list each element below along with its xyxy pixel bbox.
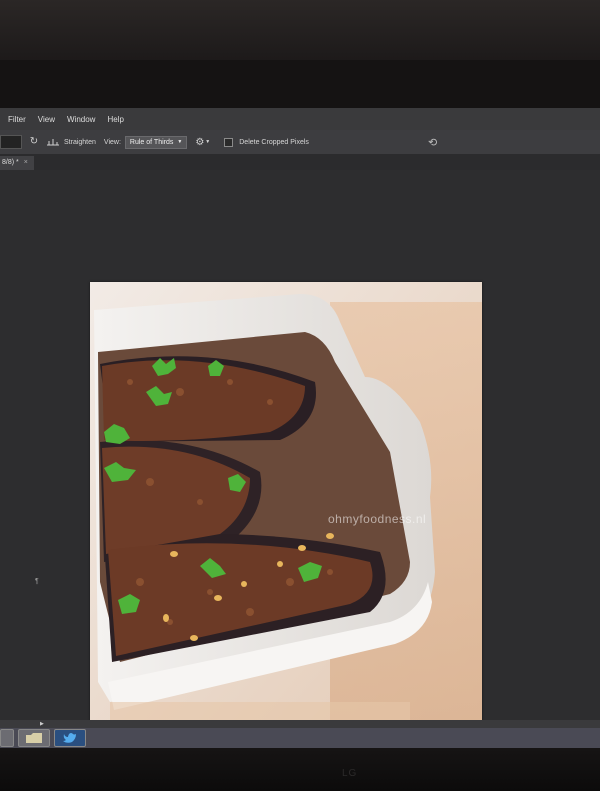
document-tab-label: 8/8) * [2, 159, 19, 166]
gear-icon[interactable]: ⚙ [195, 137, 204, 148]
straighten-button[interactable]: Straighten [64, 139, 96, 146]
status-arrow-icon[interactable]: ▶ [40, 720, 44, 728]
menu-view[interactable]: View [38, 115, 55, 124]
canvas-area: ¶ ohmyfoodness.nl [0, 170, 600, 742]
photo-watermark: ohmyfoodness.nl [328, 512, 427, 526]
cropped-photo[interactable]: ohmyfoodness.nl [90, 282, 482, 742]
menu-bar: Filter View Window Help [0, 108, 600, 130]
straighten-icon[interactable] [46, 137, 60, 147]
folder-icon[interactable] [18, 729, 50, 747]
taskbar [0, 728, 600, 748]
chevron-down-icon: ▼ [177, 138, 183, 145]
canvas-cursor-icon: ¶ [35, 578, 39, 585]
monitor-screen: Filter View Window Help ↻ Straighten Vie… [0, 108, 600, 748]
background-room [0, 0, 600, 60]
document-tab[interactable]: 8/8) * × [0, 156, 34, 170]
menu-filter[interactable]: Filter [8, 115, 26, 124]
monitor-bezel-bottom: LG [0, 748, 600, 791]
monitor-bezel-top [0, 60, 600, 108]
document-tab-bar: 8/8) * × [0, 154, 600, 170]
delete-cropped-label: Delete Cropped Pixels [239, 138, 309, 146]
tool-options-bar: ↻ Straighten View: Rule of Thirds ▼ ⚙ ▼ … [0, 130, 600, 155]
menu-help[interactable]: Help [107, 115, 123, 124]
close-icon[interactable]: × [24, 159, 28, 166]
view-overlay-select[interactable]: Rule of Thirds ▼ [124, 135, 188, 149]
undo-icon[interactable]: ⟲ [428, 136, 437, 149]
monitor-brand-logo: LG [342, 768, 358, 779]
taskbar-button-left[interactable] [0, 729, 14, 747]
view-label: View: [103, 138, 121, 146]
status-bar: ▶ [0, 720, 600, 728]
twitter-icon[interactable] [54, 729, 86, 747]
chevron-down-icon[interactable]: ▼ [205, 139, 210, 145]
delete-cropped-checkbox[interactable] [224, 137, 234, 147]
view-overlay-value: Rule of Thirds [129, 138, 174, 146]
menu-window[interactable]: Window [67, 115, 95, 124]
ratio-input[interactable] [0, 135, 22, 149]
rotate-icon[interactable]: ↻ [28, 136, 40, 148]
